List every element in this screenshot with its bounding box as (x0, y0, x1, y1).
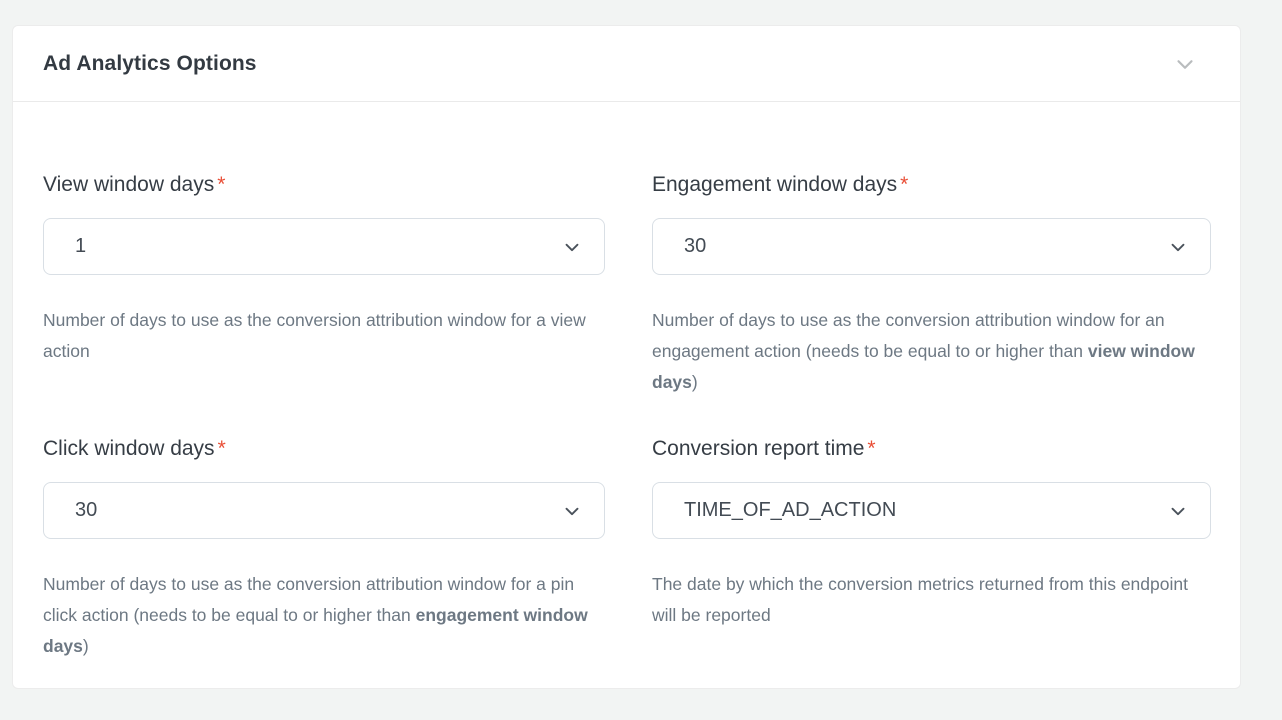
required-asterisk: * (217, 173, 225, 196)
conversion-report-time-select[interactable]: TIME_OF_AD_ACTION (652, 482, 1211, 539)
field-helper-text: Number of days to use as the conversion … (43, 305, 603, 367)
field-label: View window days* (43, 172, 605, 198)
field-conversion-report-time: Conversion report time* TIME_OF_AD_ACTIO… (652, 436, 1211, 662)
chevron-down-icon (560, 499, 584, 523)
select-value: 30 (75, 499, 97, 522)
field-label: Conversion report time* (652, 436, 1211, 462)
panel-body: View window days* 1 Number of days to us… (13, 102, 1240, 662)
field-label: Click window days* (43, 436, 605, 462)
field-click-window-days: Click window days* 30 Number of days to … (43, 436, 605, 662)
panel-title: Ad Analytics Options (43, 52, 257, 76)
field-helper-text: Number of days to use as the conversion … (43, 569, 603, 662)
chevron-down-icon (1166, 499, 1190, 523)
field-view-window-days: View window days* 1 Number of days to us… (43, 172, 605, 398)
field-label: Engagement window days* (652, 172, 1211, 198)
select-value: 1 (75, 235, 86, 258)
click-window-days-select[interactable]: 30 (43, 482, 605, 539)
required-asterisk: * (867, 437, 875, 460)
field-helper-text: Number of days to use as the conversion … (652, 305, 1211, 398)
chevron-down-icon[interactable] (1170, 49, 1200, 79)
view-window-days-select[interactable]: 1 (43, 218, 605, 275)
required-asterisk: * (900, 173, 908, 196)
ad-analytics-options-panel: Ad Analytics Options View window days* 1… (12, 25, 1241, 689)
required-asterisk: * (218, 437, 226, 460)
select-value: TIME_OF_AD_ACTION (684, 499, 896, 522)
chevron-down-icon (1166, 235, 1190, 259)
panel-header[interactable]: Ad Analytics Options (13, 26, 1240, 102)
field-engagement-window-days: Engagement window days* 30 Number of day… (652, 172, 1211, 398)
engagement-window-days-select[interactable]: 30 (652, 218, 1211, 275)
select-value: 30 (684, 235, 706, 258)
field-helper-text: The date by which the conversion metrics… (652, 569, 1211, 631)
chevron-down-icon (560, 235, 584, 259)
